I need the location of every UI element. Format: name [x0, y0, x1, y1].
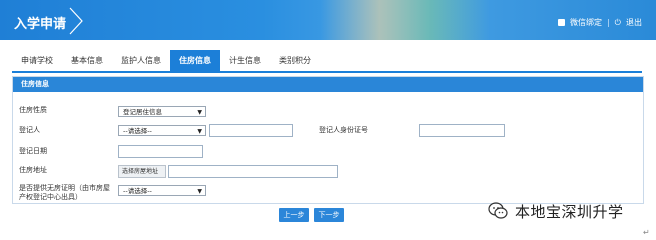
- registration-date-label: 登记日期: [19, 147, 47, 155]
- no-housing-proof-select[interactable]: --请选择-- ▼: [118, 185, 206, 196]
- wechat-bind-link[interactable]: 微信绑定: [570, 17, 602, 28]
- housing-panel: 住房信息 住房性质 登记居住信息 ▼ 登记人 --请选择-- ▼ 登记人身份证号…: [12, 76, 644, 204]
- housing-type-label: 住房性质: [19, 106, 47, 114]
- power-icon: ⏻: [614, 17, 621, 27]
- registrant-id-label: 登记人身份证号: [319, 126, 368, 134]
- next-step-button[interactable]: 下一步: [314, 208, 344, 222]
- housing-type-value: 登记居住信息: [123, 108, 162, 116]
- no-housing-proof-value: --请选择--: [123, 187, 152, 195]
- tab-bar: 申请学校 基本信息 监护人信息 住房信息 计生信息 类别积分: [12, 50, 320, 72]
- header-actions: 微信绑定 | ⏻ 退出: [557, 17, 642, 28]
- tab-apply-school[interactable]: 申请学校: [12, 50, 62, 72]
- return-symbol: ↵: [643, 228, 650, 237]
- registrant-value: --请选择--: [123, 127, 152, 135]
- housing-type-select[interactable]: 登记居住信息 ▼: [118, 106, 206, 117]
- title-box: 入学申请: [0, 4, 96, 35]
- registrant-label: 登记人: [19, 126, 40, 134]
- watermark-text: 本地宝深圳升学: [515, 202, 624, 221]
- header-separator: |: [606, 18, 610, 27]
- wechat-icon: [487, 200, 509, 222]
- registrant-id-input[interactable]: [419, 124, 505, 137]
- page-title: 入学申请: [14, 17, 67, 32]
- prev-step-button[interactable]: 上一步: [279, 208, 309, 222]
- tab-underline: [12, 71, 642, 73]
- logout-link[interactable]: 退出: [626, 17, 642, 28]
- chevron-right-icon: [66, 4, 96, 35]
- dropdown-arrow-icon: ▼: [197, 128, 202, 135]
- address-label: 住房地址: [19, 166, 47, 174]
- registrant-select[interactable]: --请选择-- ▼: [118, 125, 206, 136]
- address-input[interactable]: [168, 165, 338, 178]
- select-address-button[interactable]: 选择房屋地址: [118, 165, 166, 178]
- wechat-bind-icon: [557, 19, 565, 26]
- registrant-name-input[interactable]: [209, 124, 293, 137]
- tab-housing-info[interactable]: 住房信息: [170, 50, 220, 72]
- registration-date-input[interactable]: [118, 145, 203, 158]
- tab-guardian-info[interactable]: 监护人信息: [112, 50, 170, 72]
- dropdown-arrow-icon: ▼: [197, 109, 202, 116]
- tab-category-points[interactable]: 类别积分: [270, 50, 320, 72]
- tab-family-planning-info[interactable]: 计生信息: [220, 50, 270, 72]
- header-decoration: [320, 0, 490, 40]
- watermark: 本地宝深圳升学: [487, 200, 624, 222]
- no-housing-proof-label-line2: 产权登记中心出具）: [19, 193, 82, 201]
- app-header: 入学申请 微信绑定 | ⏻ 退出: [0, 0, 656, 40]
- dropdown-arrow-icon: ▼: [197, 188, 202, 195]
- tab-basic-info[interactable]: 基本信息: [62, 50, 112, 72]
- panel-title: 住房信息: [13, 77, 643, 92]
